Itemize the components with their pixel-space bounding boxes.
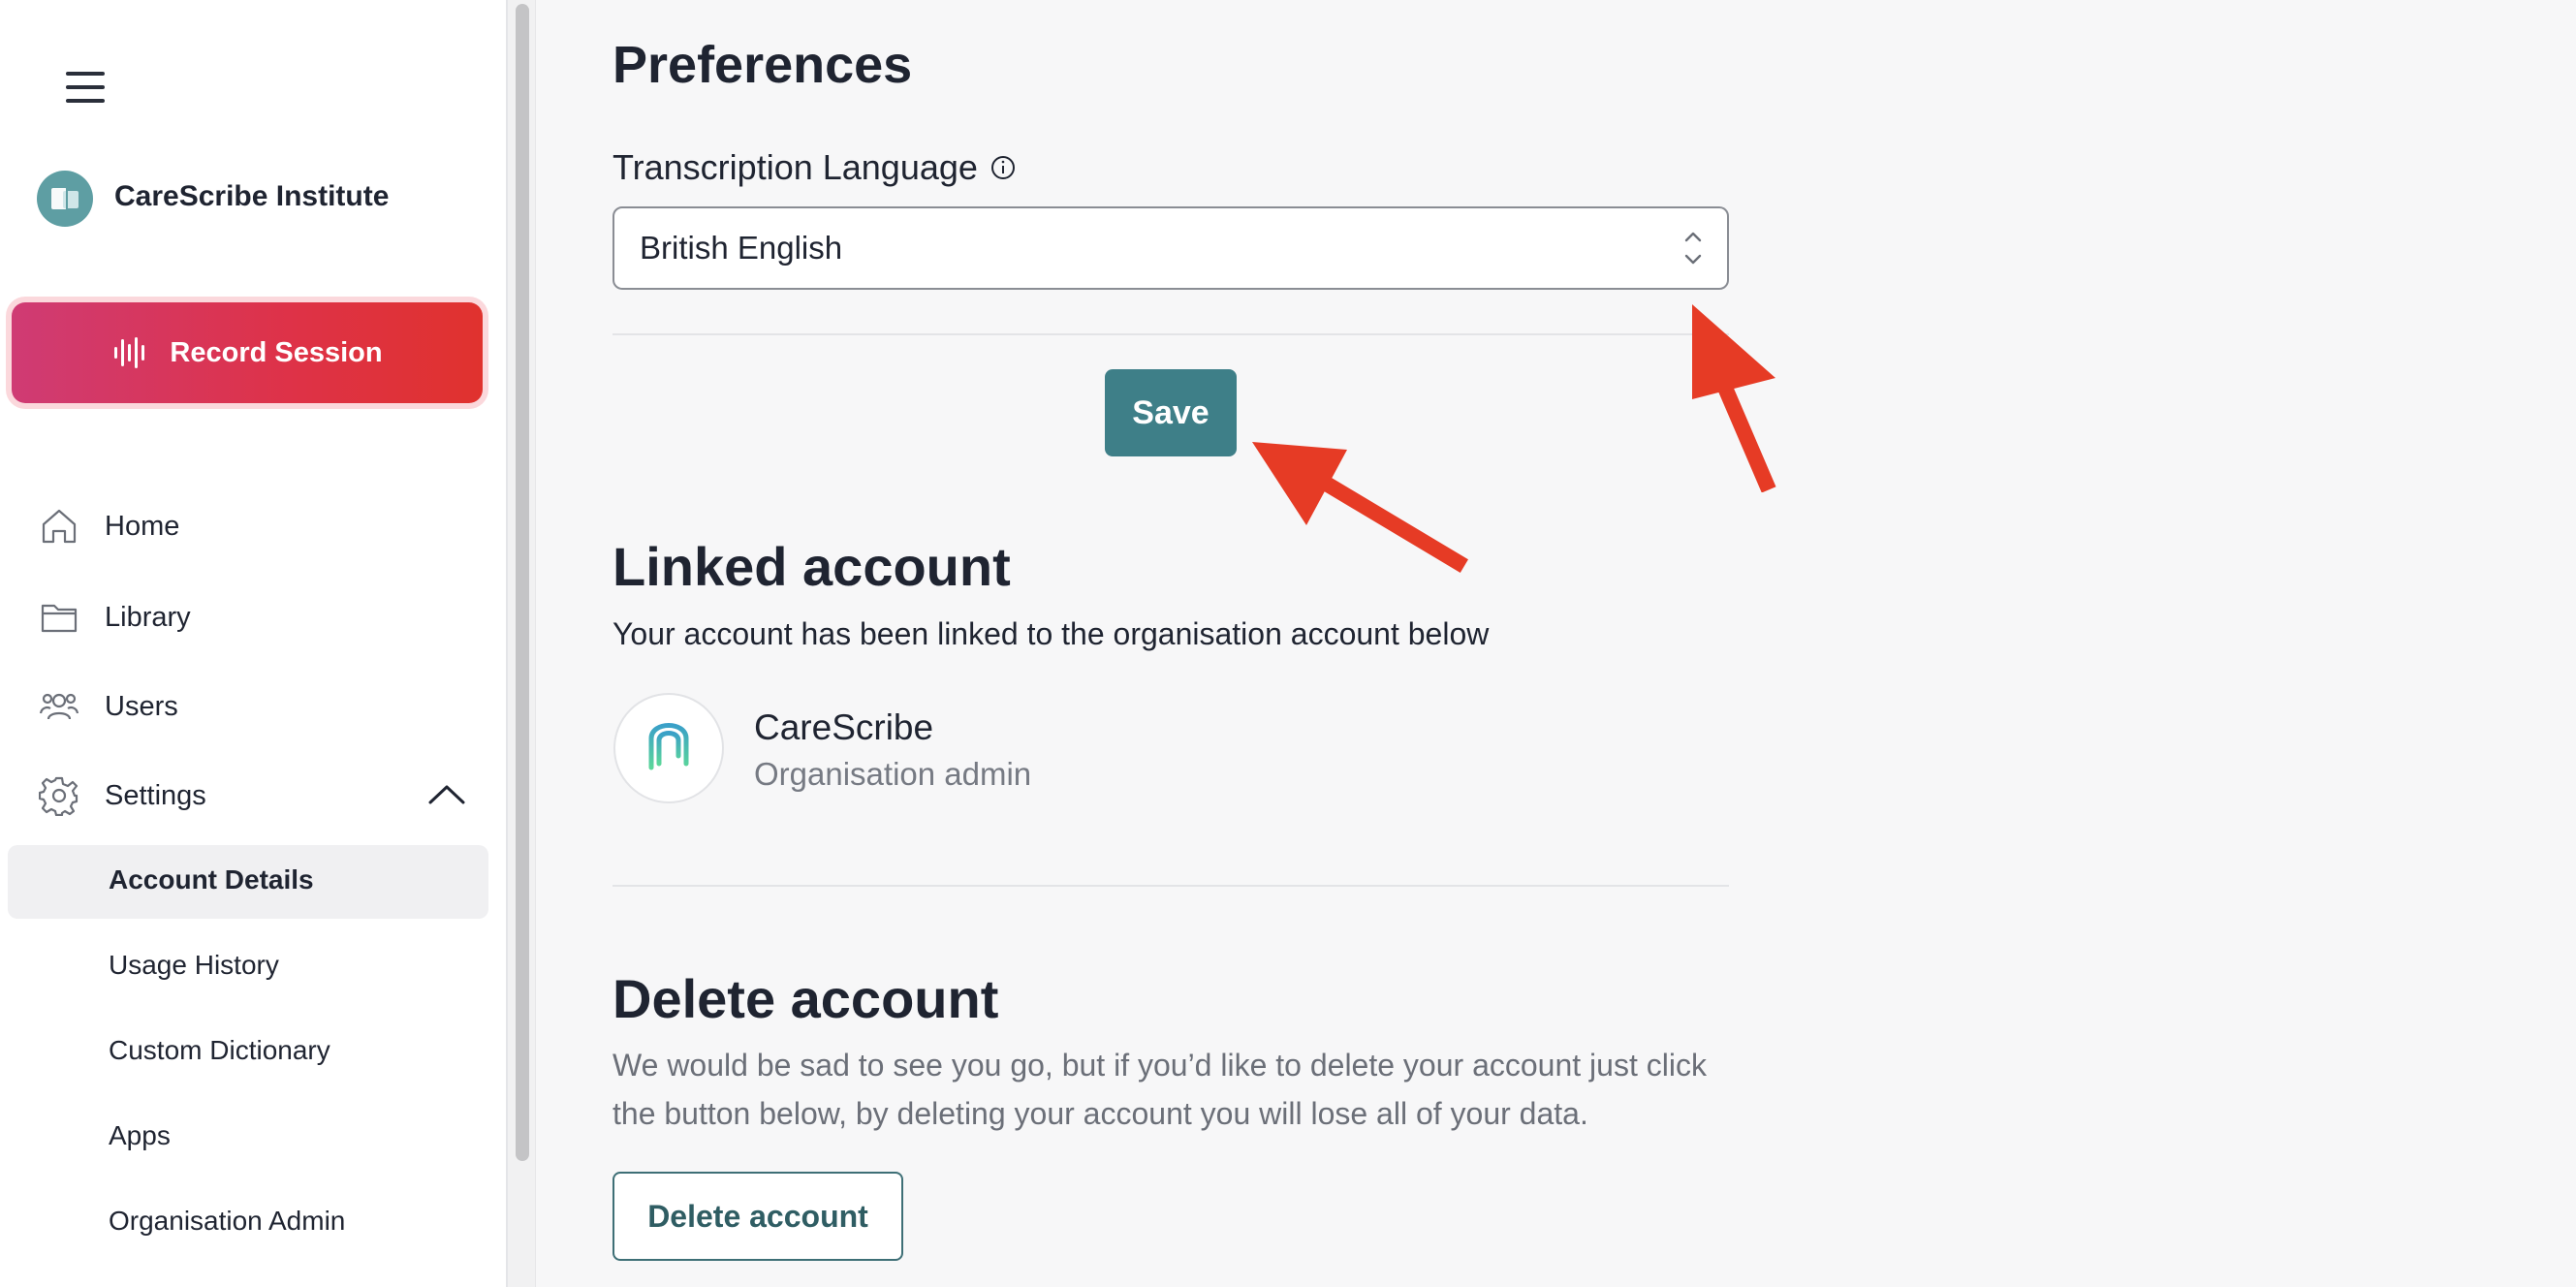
sidebar-subitem-apps[interactable]: Apps [109, 1120, 171, 1151]
info-icon[interactable] [990, 154, 1017, 181]
sidebar-item-settings[interactable]: Settings [39, 775, 206, 816]
sidebar-subitem-organisation-admin[interactable]: Organisation Admin [109, 1206, 345, 1237]
sidebar-item-label: Home [105, 510, 180, 542]
sidebar-scrollbar-thumb[interactable] [516, 4, 529, 1161]
transcription-language-text: Transcription Language [613, 147, 978, 187]
section-divider [613, 333, 1729, 335]
record-session-button[interactable]: Record Session [12, 302, 483, 403]
folder-icon [41, 604, 78, 633]
organisation-logo [37, 171, 93, 227]
waveform-icon [114, 337, 145, 368]
sidebar-item-users[interactable]: Users [39, 686, 178, 727]
selected-language-value: British English [640, 230, 843, 266]
delete-account-button[interactable]: Delete account [613, 1172, 903, 1261]
delete-account-title: Delete account [613, 968, 999, 1029]
sidebar-item-label: Settings [105, 779, 206, 811]
carescribe-logo [613, 693, 724, 803]
sidebar-subitem-custom-dictionary[interactable]: Custom Dictionary [109, 1035, 330, 1066]
preferences-title: Preferences [613, 36, 913, 94]
sidebar-item-label: Library [105, 601, 191, 633]
sidebar-item-label: Users [105, 690, 178, 722]
gear-icon [39, 776, 79, 816]
sidebar-item-home[interactable]: Home [39, 506, 179, 547]
linked-organisation-role: Organisation admin [754, 756, 1032, 792]
sidebar: CareScribe Institute Record Session Home… [0, 0, 508, 1287]
sidebar-item-library[interactable]: Library [39, 597, 191, 638]
annotation-arrow-select [1692, 304, 1776, 492]
annotation-arrow-save [1252, 442, 1468, 573]
organisation-name: CareScribe Institute [114, 180, 390, 212]
sidebar-subitem-usage-history[interactable]: Usage History [109, 950, 279, 981]
delete-account-description: We would be sad to see you go, but if yo… [613, 1048, 1707, 1131]
linked-account-title: Linked account [613, 536, 1011, 597]
hamburger-menu-icon[interactable] [66, 72, 105, 103]
linked-organisation-name: CareScribe [754, 707, 934, 747]
transcription-language-select[interactable]: British English [613, 206, 1729, 290]
sidebar-subitem-account-details[interactable]: Account Details [109, 864, 314, 895]
linked-account-description: Your account has been linked to the orga… [613, 616, 1490, 651]
record-session-label: Record Session [170, 336, 383, 368]
transcription-language-label: Transcription Language [613, 147, 1017, 188]
chevron-up-icon[interactable] [426, 779, 467, 810]
section-divider [613, 885, 1729, 887]
users-icon [39, 693, 79, 720]
home-icon [42, 509, 77, 544]
select-updown-icon [1684, 232, 1702, 265]
save-button[interactable]: Save [1105, 369, 1237, 456]
